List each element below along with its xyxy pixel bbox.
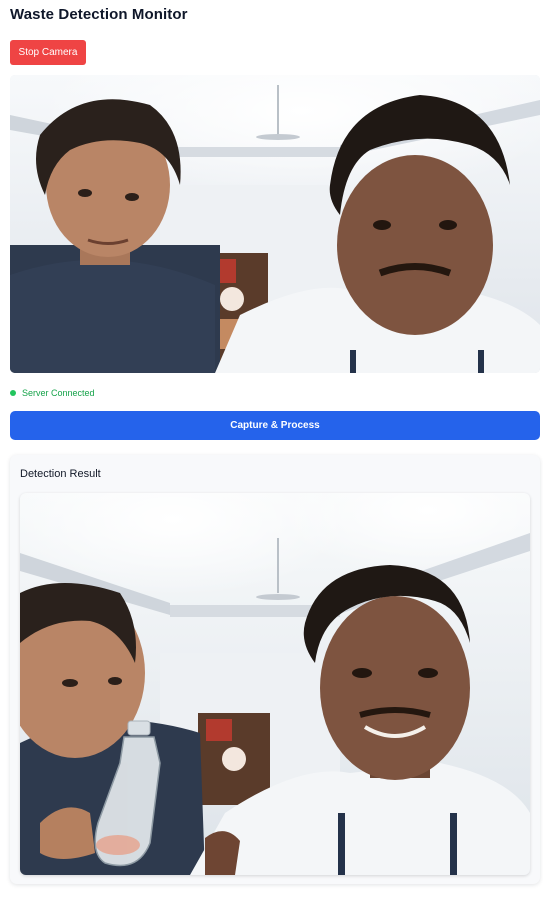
camera-feed-image [10, 75, 540, 373]
server-status-text: Server Connected [22, 388, 95, 398]
detection-result-card: Detection Result [10, 455, 540, 884]
detection-result-title: Detection Result [20, 468, 101, 480]
server-status: Server Connected [10, 388, 95, 398]
captured-frame-image [20, 493, 530, 875]
page-title: Waste Detection Monitor [10, 6, 188, 23]
detection-result-image [20, 493, 530, 875]
stop-camera-button[interactable]: Stop Camera [10, 40, 86, 65]
page: Waste Detection Monitor Stop Camera Serv… [0, 0, 543, 900]
camera-feed [10, 75, 540, 373]
status-dot-icon [10, 390, 16, 396]
capture-process-button[interactable]: Capture & Process [10, 411, 540, 440]
